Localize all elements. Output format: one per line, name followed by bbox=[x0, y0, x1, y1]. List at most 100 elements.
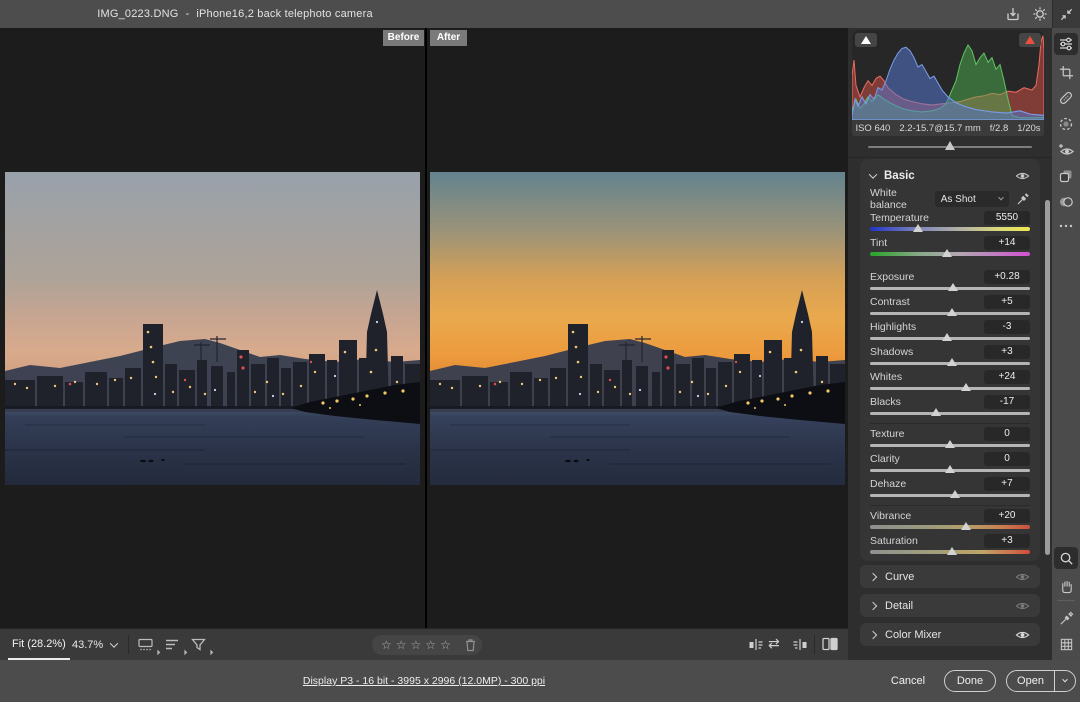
slider-value[interactable]: +0.28 bbox=[984, 270, 1030, 284]
color-mixer-visibility-eye-icon[interactable] bbox=[1015, 629, 1030, 641]
slider-thumb[interactable] bbox=[913, 224, 923, 232]
slider-thumb[interactable] bbox=[961, 522, 971, 530]
slider-thumb[interactable] bbox=[947, 547, 957, 555]
before-label[interactable]: Before bbox=[383, 30, 424, 46]
slider-track[interactable] bbox=[870, 440, 1030, 449]
collapse-view-icon[interactable] bbox=[1052, 0, 1080, 28]
white-balance-select[interactable]: As Shot bbox=[935, 191, 1009, 207]
slider-track[interactable] bbox=[870, 308, 1030, 317]
masking-tool-icon[interactable] bbox=[1052, 112, 1080, 136]
filter-icon[interactable] bbox=[190, 636, 208, 654]
slider-value[interactable]: +3 bbox=[984, 534, 1030, 548]
crop-tool-icon[interactable] bbox=[1052, 60, 1080, 84]
sampler-tool-icon[interactable] bbox=[1052, 606, 1080, 630]
basic-section-title[interactable]: Basic bbox=[884, 170, 915, 182]
white-balance-eyedropper-icon[interactable] bbox=[1016, 192, 1030, 206]
slider-thumb[interactable] bbox=[947, 308, 957, 316]
basic-visibility-eye-icon[interactable] bbox=[1015, 170, 1030, 182]
slider-thumb[interactable] bbox=[961, 383, 971, 391]
slider-value[interactable]: 5550 bbox=[984, 211, 1030, 225]
settings-gear-icon[interactable] bbox=[1032, 6, 1048, 22]
star-icon[interactable]: ☆ bbox=[396, 636, 407, 654]
zoom-tool-selected[interactable] bbox=[1054, 547, 1078, 569]
chevron-down-icon[interactable] bbox=[869, 170, 877, 178]
slider-value[interactable]: +14 bbox=[984, 236, 1030, 250]
edit-tool-selected[interactable] bbox=[1054, 33, 1078, 55]
slider-value[interactable]: +3 bbox=[984, 345, 1030, 359]
done-button[interactable]: Done bbox=[944, 670, 996, 692]
slider-value[interactable]: +20 bbox=[984, 509, 1030, 523]
slider-value[interactable]: +24 bbox=[984, 370, 1030, 384]
section-color-mixer[interactable]: Color Mixer bbox=[860, 623, 1040, 646]
slider-value[interactable]: -3 bbox=[984, 320, 1030, 334]
slider-thumb[interactable] bbox=[947, 358, 957, 366]
section-detail[interactable]: Detail bbox=[860, 594, 1040, 617]
slider-track[interactable] bbox=[870, 358, 1030, 367]
star-icon[interactable]: ☆ bbox=[411, 636, 422, 654]
red-eye-tool-icon[interactable] bbox=[1052, 138, 1080, 162]
slider-track[interactable] bbox=[870, 408, 1030, 417]
shadow-clipping-toggle[interactable] bbox=[855, 33, 877, 47]
slider-thumb[interactable] bbox=[931, 408, 941, 416]
split-view-icon[interactable] bbox=[821, 636, 839, 654]
slider-track[interactable] bbox=[870, 249, 1030, 258]
basic-section: Basic White balance As Shot bbox=[860, 159, 1040, 561]
workflow-options-link[interactable]: Display P3 - 16 bit - 3995 x 2996 (12.0M… bbox=[0, 660, 848, 702]
slider-track[interactable] bbox=[870, 490, 1030, 499]
after-label[interactable]: After bbox=[430, 30, 467, 46]
cycle-before-after-icon[interactable] bbox=[748, 637, 766, 655]
more-tools-icon[interactable] bbox=[1052, 214, 1080, 238]
copy-settings-icon[interactable] bbox=[792, 637, 810, 655]
filmstrip-icon[interactable] bbox=[137, 636, 155, 654]
slider-thumb[interactable] bbox=[942, 333, 952, 341]
open-button[interactable]: Open bbox=[1007, 671, 1054, 691]
fit-zoom-tab[interactable]: Fit (28.2%) bbox=[10, 629, 68, 660]
snapshots-icon[interactable] bbox=[1052, 190, 1080, 214]
sort-icon[interactable] bbox=[164, 636, 182, 654]
detail-zoom-slider[interactable] bbox=[868, 140, 1032, 154]
star-icon[interactable]: ☆ bbox=[440, 636, 451, 654]
before-image[interactable] bbox=[5, 172, 420, 485]
slider-track[interactable] bbox=[870, 224, 1030, 233]
hand-tool-icon[interactable] bbox=[1052, 574, 1080, 598]
slider-track[interactable] bbox=[870, 465, 1030, 474]
slider-label: Vibrance bbox=[870, 510, 911, 522]
trash-icon[interactable] bbox=[464, 638, 477, 652]
zoom-level-select[interactable]: 43.7% bbox=[72, 629, 117, 660]
presets-icon[interactable] bbox=[1052, 164, 1080, 188]
slider-thumb[interactable] bbox=[942, 249, 952, 257]
open-options-chevron[interactable] bbox=[1055, 671, 1075, 691]
highlight-clipping-toggle[interactable] bbox=[1019, 33, 1041, 47]
slider-track[interactable] bbox=[870, 383, 1030, 392]
cancel-button[interactable]: Cancel bbox=[884, 660, 932, 702]
slider-value[interactable]: +5 bbox=[984, 295, 1030, 309]
curve-visibility-eye-icon[interactable] bbox=[1015, 571, 1030, 583]
slider-label: Temperature bbox=[870, 212, 929, 224]
histogram[interactable] bbox=[852, 30, 1044, 120]
section-label: Detail bbox=[885, 600, 913, 612]
slider-thumb[interactable] bbox=[945, 440, 955, 448]
slider-value[interactable]: +7 bbox=[984, 477, 1030, 491]
swap-before-after-icon[interactable]: ⇄ bbox=[768, 634, 780, 654]
slider-thumb[interactable] bbox=[950, 490, 960, 498]
star-icon[interactable]: ☆ bbox=[381, 636, 392, 654]
slider-track[interactable] bbox=[870, 522, 1030, 531]
export-icon[interactable] bbox=[1005, 6, 1021, 22]
healing-tool-icon[interactable] bbox=[1052, 86, 1080, 110]
after-image[interactable] bbox=[430, 172, 845, 485]
slider-value[interactable]: 0 bbox=[984, 452, 1030, 466]
section-curve[interactable]: Curve bbox=[860, 565, 1040, 588]
detail-visibility-eye-icon[interactable] bbox=[1015, 600, 1030, 612]
slider-track[interactable] bbox=[870, 283, 1030, 292]
slider-track[interactable] bbox=[870, 547, 1030, 556]
slider-track[interactable] bbox=[870, 333, 1030, 342]
slider-thumb[interactable] bbox=[945, 465, 955, 473]
slider-value[interactable]: 0 bbox=[984, 427, 1030, 441]
panel-scrollbar[interactable] bbox=[1045, 200, 1050, 555]
detail-zoom-thumb[interactable] bbox=[945, 141, 955, 150]
slider-thumb[interactable] bbox=[948, 283, 958, 291]
tool-strip bbox=[1052, 28, 1080, 660]
slider-value[interactable]: -17 bbox=[984, 395, 1030, 409]
grid-overlay-icon[interactable] bbox=[1052, 632, 1080, 656]
star-icon[interactable]: ☆ bbox=[425, 636, 436, 654]
